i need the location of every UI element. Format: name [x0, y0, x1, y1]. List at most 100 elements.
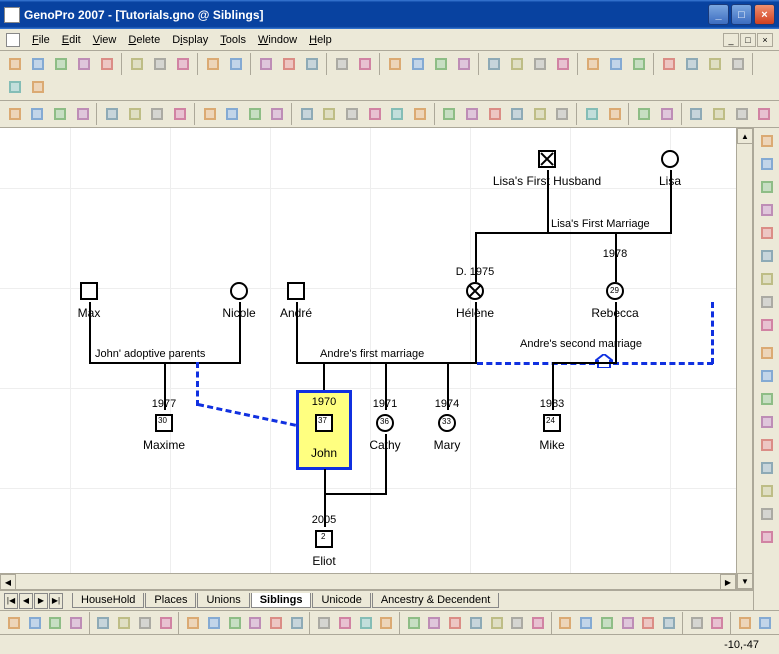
tool-b5[interactable] [94, 612, 114, 634]
tool-b24[interactable] [507, 612, 527, 634]
tool-v14[interactable] [756, 434, 778, 456]
tool-t10[interactable] [506, 103, 528, 125]
person-john[interactable]: 37 [315, 414, 333, 432]
tool-h2[interactable] [506, 53, 528, 75]
mdi-close-button[interactable]: × [757, 33, 773, 47]
tool-snap[interactable] [278, 53, 300, 75]
menu-window[interactable]: Window [252, 32, 303, 48]
person-nicole[interactable] [230, 282, 248, 300]
tool-zoom-out[interactable] [199, 103, 221, 125]
tool-person-m[interactable] [384, 53, 406, 75]
tool-b10[interactable] [204, 612, 224, 634]
tab-first-button[interactable]: |◀ [4, 593, 18, 609]
person-andre[interactable] [287, 282, 305, 300]
scroll-right-button[interactable]: ▶ [720, 574, 736, 590]
tool-v10[interactable] [756, 342, 778, 364]
tool-b9[interactable] [183, 612, 203, 634]
scroll-up-button[interactable]: ▲ [737, 128, 753, 144]
tool-t5[interactable] [386, 103, 408, 125]
tab-ancestry-decendent[interactable]: Ancestry & Decendent [372, 593, 499, 608]
tool-b18[interactable] [376, 612, 396, 634]
tool-grid2[interactable] [124, 103, 146, 125]
tool-chain[interactable] [453, 53, 475, 75]
tool-tool1[interactable] [605, 53, 627, 75]
tool-b4[interactable] [66, 612, 86, 634]
tool-b6[interactable] [114, 612, 134, 634]
menu-display[interactable]: Display [166, 32, 214, 48]
tool-t2[interactable] [319, 103, 341, 125]
tool-help[interactable] [27, 76, 49, 98]
tool-zoom-fit[interactable] [331, 53, 353, 75]
tool-zoom-in[interactable] [221, 103, 243, 125]
tool-sw1[interactable] [686, 103, 708, 125]
close-button[interactable]: × [754, 4, 775, 25]
tool-b17[interactable] [356, 612, 376, 634]
tool-b28[interactable] [597, 612, 617, 634]
tool-undo[interactable] [202, 53, 224, 75]
tool-c1[interactable] [581, 103, 603, 125]
menu-tools[interactable]: Tools [214, 32, 252, 48]
tool-b13[interactable] [266, 612, 286, 634]
tool-b29[interactable] [618, 612, 638, 634]
tool-b16[interactable] [335, 612, 355, 634]
tool-left[interactable] [49, 103, 71, 125]
tool-b21[interactable] [445, 612, 465, 634]
tool-text[interactable] [658, 53, 680, 75]
tab-last-button[interactable]: ▶| [49, 593, 63, 609]
tool-font-b[interactable] [656, 103, 678, 125]
tool-grid4[interactable] [169, 103, 191, 125]
tool-layers[interactable] [301, 53, 323, 75]
tool-smiley[interactable] [731, 103, 753, 125]
tool-v9[interactable] [756, 314, 778, 336]
tool-print[interactable] [73, 53, 95, 75]
tool-print-preview[interactable] [96, 53, 118, 75]
tool-t9[interactable] [484, 103, 506, 125]
tool-b23[interactable] [487, 612, 507, 634]
tool-new[interactable] [4, 53, 26, 75]
tool-h3[interactable] [529, 53, 551, 75]
tool-grid1[interactable] [101, 103, 123, 125]
tool-save[interactable] [50, 53, 72, 75]
tool-v5[interactable] [756, 222, 778, 244]
scroll-left-button[interactable]: ◀ [0, 574, 16, 590]
tool-v1[interactable] [756, 130, 778, 152]
tool-circle[interactable] [727, 53, 749, 75]
tool-v13[interactable] [756, 411, 778, 433]
tab-prev-button[interactable]: ◀ [19, 593, 33, 609]
tool-tool2[interactable] [628, 53, 650, 75]
tool-v6[interactable] [756, 245, 778, 267]
tool-h1[interactable] [483, 53, 505, 75]
tool-grid[interactable] [255, 53, 277, 75]
tool-t8[interactable] [461, 103, 483, 125]
tool-link[interactable] [430, 53, 452, 75]
tool-t4[interactable] [364, 103, 386, 125]
menubar-app-icon[interactable] [6, 33, 20, 47]
tool-v8[interactable] [756, 291, 778, 313]
person-lisa[interactable] [661, 150, 679, 168]
maximize-button[interactable]: □ [731, 4, 752, 25]
tool-b2[interactable] [25, 612, 45, 634]
tool-marker[interactable] [681, 53, 703, 75]
tool-t1[interactable] [296, 103, 318, 125]
mdi-minimize-button[interactable]: _ [723, 33, 739, 47]
person-helene[interactable] [466, 282, 484, 300]
tab-siblings[interactable]: Siblings [251, 593, 312, 608]
tool-v18[interactable] [756, 526, 778, 548]
person-mary[interactable]: 33 [438, 414, 456, 432]
tool-sw3[interactable] [753, 103, 775, 125]
menu-file[interactable]: File [26, 32, 56, 48]
tool-b14[interactable] [287, 612, 307, 634]
tool-gear[interactable] [4, 76, 26, 98]
tool-v4[interactable] [756, 199, 778, 221]
tool-b33[interactable] [707, 612, 727, 634]
tool-open[interactable] [27, 53, 49, 75]
genogram-canvas[interactable]: Lisa's First Husband Lisa Lisa's First M… [0, 128, 753, 590]
person-mike[interactable]: 24 [543, 414, 561, 432]
tool-b25[interactable] [528, 612, 548, 634]
person-maxime[interactable]: 30 [155, 414, 173, 432]
tab-household[interactable]: HouseHold [72, 593, 144, 608]
minimize-button[interactable]: _ [708, 4, 729, 25]
tab-unions[interactable]: Unions [197, 593, 249, 608]
tool-zoom-all[interactable] [267, 103, 289, 125]
tool-font-a[interactable] [633, 103, 655, 125]
